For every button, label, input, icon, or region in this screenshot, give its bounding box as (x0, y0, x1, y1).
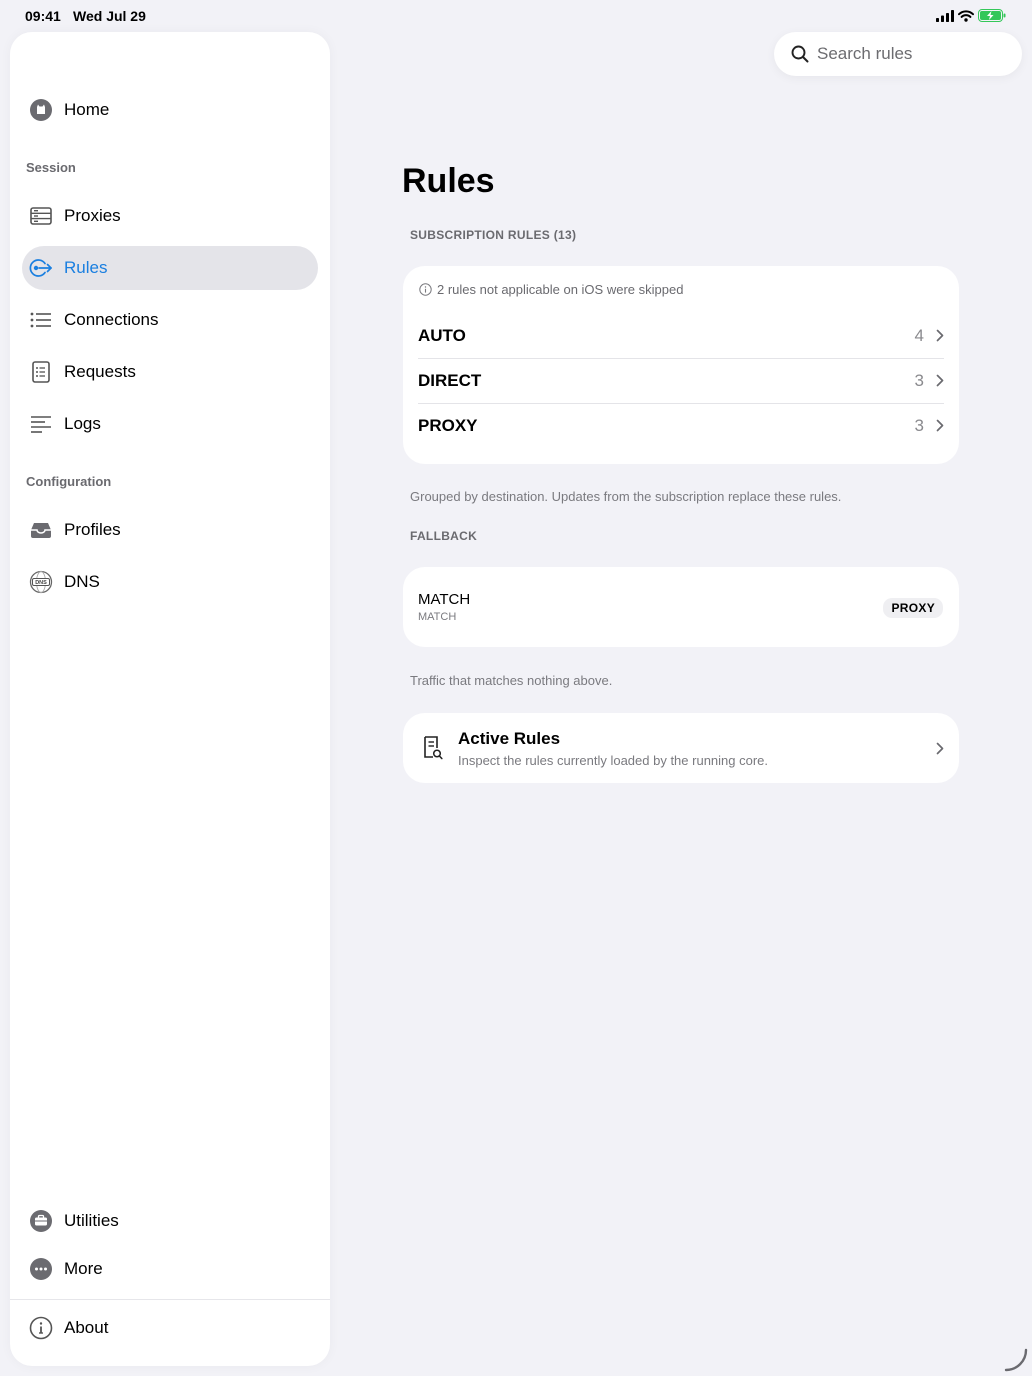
sidebar-item-requests[interactable]: Requests (22, 350, 318, 394)
fallback-subtitle: MATCH (418, 611, 457, 623)
sidebar-label-dns: DNS (64, 572, 100, 591)
search-input[interactable] (817, 44, 997, 64)
battery-charging-icon (978, 9, 1006, 22)
sidebar-item-connections[interactable]: Connections (22, 298, 318, 342)
chevron-right-icon (936, 419, 944, 432)
list-bullet-icon (28, 307, 54, 333)
sidebar-item-profiles[interactable]: Profiles (22, 508, 318, 552)
sidebar-label-home: Home (64, 100, 110, 119)
rule-group-name: AUTO (418, 325, 466, 345)
tray-icon (28, 517, 54, 543)
status-icons (936, 9, 1006, 22)
sidebar-label-profiles: Profiles (64, 520, 121, 539)
sidebar-label-requests: Requests (64, 362, 136, 381)
home-cat-icon (28, 97, 54, 123)
fallback-card: MATCH MATCH PROXY (403, 567, 959, 647)
sidebar-label-utilities: Utilities (64, 1211, 119, 1230)
search-icon (791, 45, 809, 63)
active-rules-title: Active Rules (458, 729, 561, 748)
skipped-rules-text: 2 rules not applicable on iOS were skipp… (437, 282, 684, 297)
status-time: 09:41 (25, 8, 61, 24)
search-bar[interactable] (774, 32, 1022, 76)
sidebar-item-rules[interactable]: Rules (22, 246, 318, 290)
chevron-right-icon (936, 374, 944, 387)
document-list-icon (28, 359, 54, 385)
sidebar-item-home[interactable]: Home (22, 88, 318, 132)
page-title: Rules (402, 162, 495, 200)
rule-group-row[interactable]: DIRECT 3 (418, 358, 944, 403)
route-arrow-icon (28, 255, 54, 281)
wifi-icon (958, 9, 974, 22)
rule-group-count: 3 (914, 415, 924, 435)
chevron-right-icon (936, 742, 944, 755)
cellular-signal-icon (936, 9, 954, 22)
sidebar-item-about[interactable]: About (22, 1306, 318, 1350)
policy-badge: PROXY (883, 598, 943, 618)
rule-group-name: PROXY (418, 415, 478, 435)
ellipsis-circle-icon (28, 1256, 54, 1282)
rules-document-search-icon (422, 735, 444, 766)
sidebar-label-more: More (64, 1259, 103, 1278)
subscription-rules-card: 2 rules not applicable on iOS were skipp… (403, 266, 959, 464)
rule-group-name: DIRECT (418, 370, 482, 390)
rule-group-count: 4 (914, 325, 924, 345)
server-icon (28, 203, 54, 229)
fallback-header: FALLBACK (410, 529, 478, 543)
info-small-icon (419, 283, 432, 296)
status-bar: 09:41 Wed Jul 29 (0, 0, 1032, 32)
skipped-rules-notice: 2 rules not applicable on iOS were skipp… (419, 282, 683, 297)
sidebar-label-proxies: Proxies (64, 206, 121, 225)
rule-group-row[interactable]: AUTO 4 (418, 313, 944, 358)
sidebar-item-logs[interactable]: Logs (22, 402, 318, 446)
window-resize-grabber-icon[interactable] (1004, 1348, 1028, 1372)
subscription-rules-header: SUBSCRIPTION RULES (13) (410, 228, 577, 242)
sidebar: Home Session Proxies Rules Connections R… (10, 32, 330, 1366)
sidebar-item-proxies[interactable]: Proxies (22, 194, 318, 238)
toolbox-icon (28, 1208, 54, 1234)
sidebar-divider (10, 1299, 330, 1300)
section-label-configuration: Configuration (26, 474, 112, 489)
fallback-title: MATCH (418, 591, 471, 608)
active-rules-subtitle: Inspect the rules currently loaded by th… (458, 753, 769, 768)
sidebar-item-dns[interactable]: DNS DNS (22, 560, 318, 604)
sidebar-item-more[interactable]: More (22, 1247, 318, 1291)
rule-group-count: 3 (914, 370, 924, 390)
sidebar-label-about: About (64, 1318, 109, 1337)
sidebar-label-connections: Connections (64, 310, 159, 329)
fallback-footer: Traffic that matches nothing above. (410, 673, 613, 688)
chevron-right-icon (936, 329, 944, 342)
sidebar-label-rules: Rules (64, 258, 108, 277)
dns-globe-icon: DNS (28, 569, 54, 595)
status-date: Wed Jul 29 (73, 8, 146, 24)
active-rules-row[interactable]: Active Rules Inspect the rules currently… (403, 713, 959, 783)
groups-footer: Grouped by destination. Updates from the… (410, 489, 842, 504)
svg-text:DNS: DNS (35, 580, 47, 586)
rule-group-row[interactable]: PROXY 3 (418, 403, 944, 448)
text-lines-icon (28, 411, 54, 437)
sidebar-item-utilities[interactable]: Utilities (22, 1199, 318, 1243)
section-label-session: Session (26, 160, 76, 175)
info-circle-icon (28, 1315, 54, 1341)
sidebar-label-logs: Logs (64, 414, 101, 433)
